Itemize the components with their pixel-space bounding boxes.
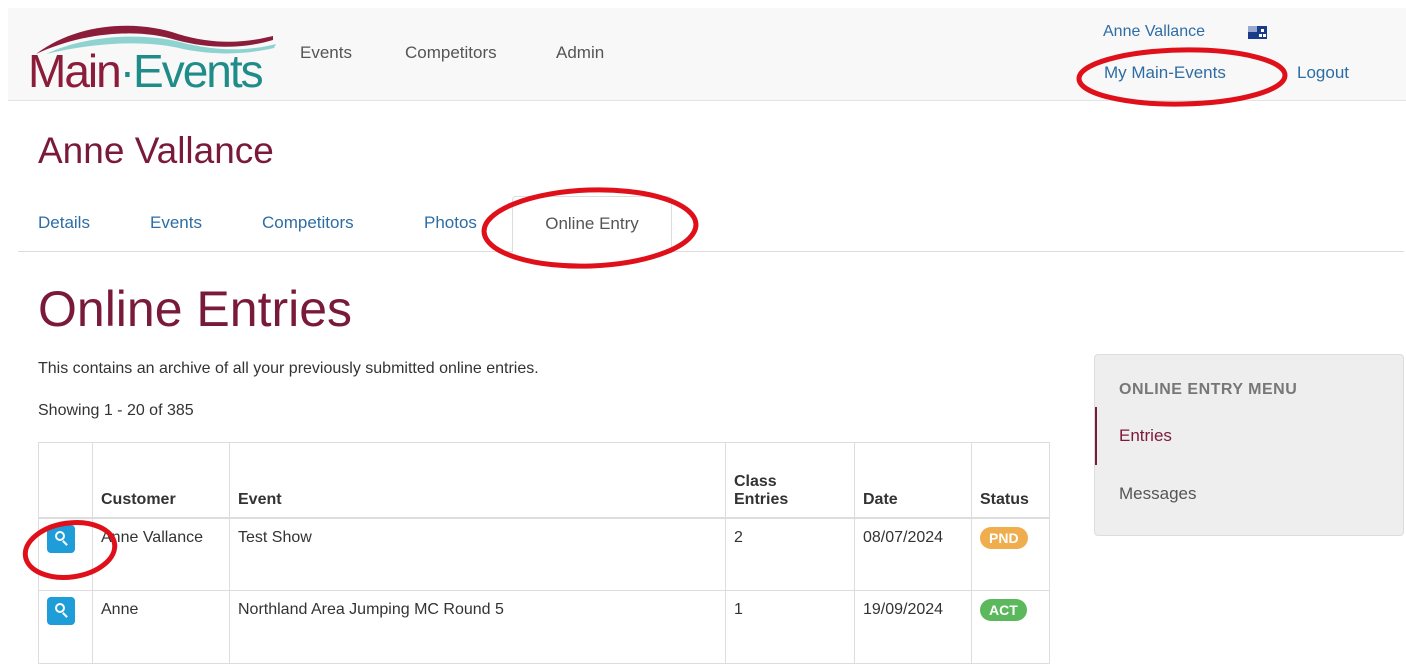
header-action	[38, 442, 93, 519]
cell-action	[38, 517, 93, 591]
nav-admin[interactable]: Admin	[556, 43, 604, 63]
header-class-line1: Class	[734, 472, 777, 490]
nav-events[interactable]: Events	[300, 43, 352, 63]
nav-competitors[interactable]: Competitors	[405, 43, 497, 63]
top-border	[0, 0, 1406, 8]
user-name-link[interactable]: Anne Vallance	[1103, 23, 1205, 41]
page-title: Anne Vallance	[38, 130, 274, 171]
status-badge: PND	[980, 526, 1028, 549]
header-status: Status	[971, 442, 1050, 519]
cell-date: 08/07/2024	[854, 517, 972, 591]
logo-text: Main·Events	[28, 45, 264, 97]
cell-customer: Anne	[92, 590, 230, 664]
cell-event: Test Show	[229, 517, 726, 591]
table-header-row: Customer Event Class Entries Date Status	[38, 442, 1050, 519]
cell-customer: Anne Vallance	[92, 517, 230, 591]
search-icon	[55, 530, 65, 541]
cell-class-entries: 2	[725, 517, 855, 591]
header-customer: Customer	[92, 442, 230, 519]
logo-text-events: Events	[133, 45, 264, 97]
cell-status: ACT	[971, 590, 1050, 664]
cell-status: PND	[971, 517, 1050, 591]
view-entry-button[interactable]	[47, 597, 75, 625]
header-date: Date	[854, 442, 972, 519]
header-class-line2: Entries	[734, 490, 789, 508]
status-badge: ACT	[980, 599, 1027, 621]
my-main-events-link[interactable]: My Main-Events	[1104, 63, 1226, 83]
tab-details[interactable]: Details	[38, 213, 90, 233]
tab-bar-divider	[18, 251, 1404, 252]
section-title: Online Entries	[38, 281, 353, 337]
tab-events[interactable]: Events	[150, 213, 202, 233]
header-event: Event	[229, 442, 726, 519]
cell-date: 19/09/2024	[854, 590, 972, 664]
side-menu-messages[interactable]: Messages	[1095, 465, 1403, 523]
side-menu-entries[interactable]: Entries	[1095, 407, 1403, 465]
cell-action	[38, 590, 93, 664]
tab-photos[interactable]: Photos	[424, 213, 477, 233]
header-class-entries: Class Entries	[725, 442, 855, 519]
online-entry-menu: ONLINE ENTRY MENU Entries Messages	[1094, 354, 1404, 536]
table-row: Anne Northland Area Jumping MC Round 5 1…	[38, 590, 1050, 664]
cell-event: Northland Area Jumping MC Round 5	[229, 590, 726, 664]
pagination-summary: Showing 1 - 20 of 385	[38, 402, 194, 419]
main-events-logo[interactable]: Main·Events	[28, 16, 278, 100]
entries-table: Customer Event Class Entries Date Status…	[38, 442, 1050, 664]
nz-flag-icon	[1248, 26, 1267, 39]
side-menu-header: ONLINE ENTRY MENU	[1119, 381, 1298, 398]
logo-text-main: Main	[28, 45, 122, 97]
tab-competitors[interactable]: Competitors	[262, 213, 354, 233]
navbar: Main·Events Events Competitors Admin Ann…	[8, 8, 1406, 101]
view-entry-button[interactable]	[47, 524, 75, 553]
logout-link[interactable]: Logout	[1297, 63, 1349, 83]
tab-online-entry[interactable]: Online Entry	[512, 196, 672, 253]
cell-class-entries: 1	[725, 590, 855, 664]
table-row: Anne Vallance Test Show 2 08/07/2024 PND	[38, 517, 1050, 591]
intro-text: This contains an archive of all your pre…	[38, 360, 539, 377]
